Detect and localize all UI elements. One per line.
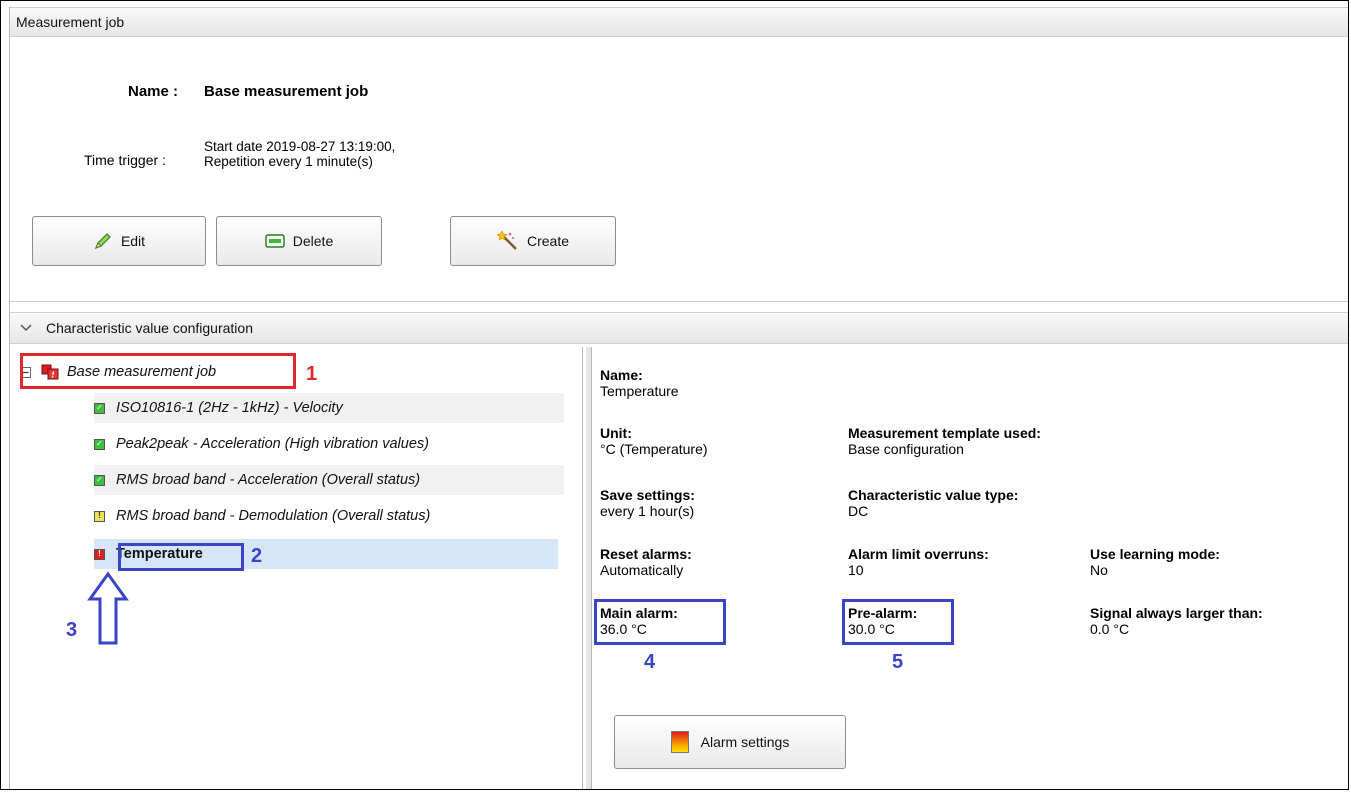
job-info: Name : Base measurement job Time trigger…	[10, 37, 1348, 299]
trigger-repetition: Repetition every 1 minute(s)	[204, 154, 373, 169]
detail-label: Reset alarms:	[600, 546, 692, 562]
edit-label: Edit	[120, 233, 146, 249]
pane-splitter[interactable]	[586, 347, 592, 789]
status-warning-icon: !	[94, 510, 105, 522]
detail-alarm-overruns: Alarm limit overruns: 10	[848, 546, 989, 578]
detail-unit: Unit: °C (Temperature)	[600, 425, 708, 457]
chevron-down-icon	[20, 324, 32, 332]
detail-value: No	[1090, 562, 1108, 578]
delete-label: Delete	[292, 233, 334, 249]
config-section-header[interactable]: Characteristic value configuration	[10, 312, 1348, 344]
detail-value: °C (Temperature)	[600, 441, 708, 457]
detail-label: Signal always larger than:	[1090, 605, 1263, 621]
section-divider	[10, 301, 1348, 302]
detail-value: 0.0 °C	[1090, 621, 1130, 637]
detail-label: Unit:	[600, 425, 632, 441]
detail-label: Save settings:	[600, 487, 695, 503]
panel-title: Measurement job	[16, 14, 125, 30]
time-trigger-label: Time trigger :	[84, 152, 166, 168]
edit-button[interactable]: Edit	[32, 216, 206, 266]
detail-label: Alarm limit overruns:	[848, 546, 989, 562]
detail-value: Automatically	[600, 562, 684, 578]
annotation-box-4	[594, 599, 726, 645]
characteristic-details: Name: Temperature Unit: °C (Temperature)…	[594, 347, 1348, 789]
tree-item-peak2peak[interactable]: ✓ Peak2peak - Acceleration (High vibrati…	[94, 429, 564, 459]
name-label: Name :	[128, 83, 179, 100]
panel-title-bar: Measurement job	[10, 7, 1348, 37]
create-button[interactable]: Create	[450, 216, 616, 266]
detail-label: Name:	[600, 367, 643, 383]
status-ok-icon: ✓	[94, 402, 105, 414]
annotation-number-2: 2	[251, 545, 263, 567]
detail-template: Measurement template used: Base configur…	[848, 425, 1041, 457]
detail-value: 10	[848, 562, 864, 578]
detail-value: every 1 hour(s)	[600, 503, 695, 519]
alarm-settings-label: Alarm settings	[700, 734, 790, 750]
detail-reset-alarms: Reset alarms: Automatically	[600, 546, 692, 578]
magic-wand-icon	[496, 230, 519, 252]
tree-item-rms-acceleration[interactable]: ✓ RMS broad band - Acceleration (Overall…	[94, 465, 564, 495]
create-label: Create	[526, 233, 570, 249]
characteristic-tree: ! Base measurement job ✓ ISO10816-1 (2Hz…	[10, 347, 583, 789]
detail-signal-larger-than: Signal always larger than: 0.0 °C	[1090, 605, 1263, 637]
status-alarm-icon: !	[94, 548, 105, 560]
detail-name: Name: Temperature	[600, 367, 679, 399]
job-name-value: Base measurement job	[204, 83, 369, 100]
annotation-box-5	[842, 599, 954, 645]
alarm-settings-button[interactable]: Alarm settings	[614, 715, 846, 769]
detail-value-type: Characteristic value type: DC	[848, 487, 1018, 519]
alarm-gradient-icon	[670, 731, 689, 753]
tree-item-iso10816[interactable]: ✓ ISO10816-1 (2Hz - 1kHz) - Velocity	[94, 393, 564, 423]
config-section-title: Characteristic value configuration	[46, 320, 253, 336]
detail-label: Measurement template used:	[848, 425, 1041, 441]
annotation-number-3: 3	[66, 619, 78, 641]
detail-label: Use learning mode:	[1090, 546, 1220, 562]
measurement-job-panel: Measurement job Name : Base measurement …	[9, 7, 1348, 789]
annotation-number-1: 1	[306, 363, 318, 385]
detail-value: DC	[848, 503, 869, 519]
detail-value: Temperature	[600, 383, 679, 399]
tree-item-label: ISO10816-1 (2Hz - 1kHz) - Velocity	[116, 400, 343, 416]
annotation-number-4: 4	[644, 651, 656, 673]
status-ok-icon: ✓	[94, 438, 105, 450]
trigger-start-date: Start date 2019-08-27 13:19:00,	[204, 139, 396, 154]
tree-item-rms-demodulation[interactable]: ! RMS broad band - Demodulation (Overall…	[94, 501, 564, 531]
tree-item-label: RMS broad band - Demodulation (Overall s…	[116, 508, 431, 524]
detail-save-settings: Save settings: every 1 hour(s)	[600, 487, 695, 519]
arrow-up-icon	[86, 571, 130, 650]
annotation-box-1	[20, 353, 296, 389]
app-frame: Measurement job Name : Base measurement …	[0, 0, 1349, 790]
time-trigger-value: Start date 2019-08-27 13:19:00, Repetiti…	[204, 139, 395, 169]
minus-icon	[265, 234, 285, 248]
tree-item-label: RMS broad band - Acceleration (Overall s…	[116, 472, 421, 488]
delete-button[interactable]: Delete	[216, 216, 382, 266]
status-ok-icon: ✓	[94, 474, 105, 486]
detail-learning-mode: Use learning mode: No	[1090, 546, 1220, 578]
detail-label: Characteristic value type:	[848, 487, 1019, 503]
pencil-icon	[93, 231, 113, 251]
annotation-number-5: 5	[892, 651, 904, 673]
tree-item-label: Peak2peak - Acceleration (High vibration…	[116, 436, 429, 452]
annotation-box-2	[118, 543, 244, 571]
detail-value: Base configuration	[848, 441, 964, 457]
